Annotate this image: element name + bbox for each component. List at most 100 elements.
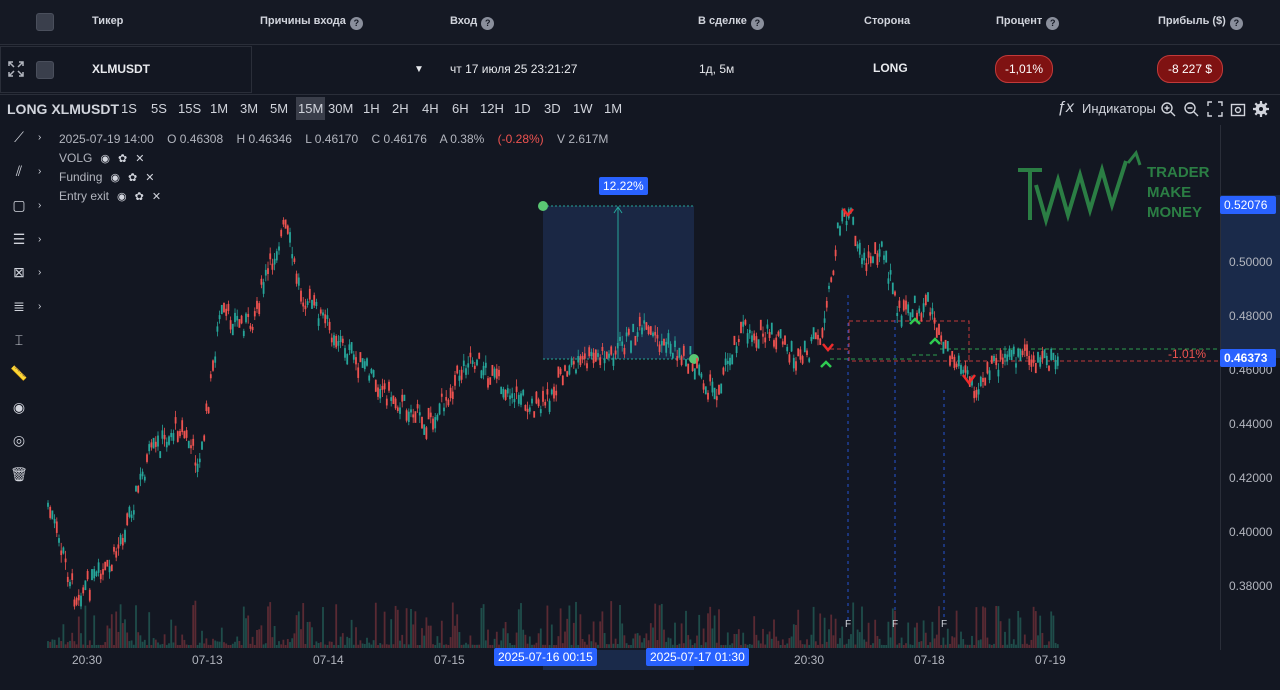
candle-body — [740, 321, 742, 334]
candle-body — [878, 249, 881, 257]
candle-body — [711, 381, 714, 393]
volume-bar — [293, 633, 296, 648]
candle-body — [790, 341, 793, 352]
volume-bar — [605, 644, 608, 648]
candle-body — [973, 391, 976, 399]
volume-bar — [559, 608, 562, 648]
volume-bar — [275, 644, 278, 648]
volume-bar — [735, 634, 738, 648]
volume-bar — [141, 641, 144, 648]
timeframe-1m-button[interactable]: 1M — [604, 101, 622, 116]
volume-bar — [902, 644, 905, 648]
zoom-in-icon[interactable] — [1160, 101, 1176, 117]
volume-bar — [786, 643, 789, 648]
volume-bar — [669, 638, 672, 648]
timeframe-15s-button[interactable]: 15S — [178, 101, 201, 116]
candle-body — [363, 361, 366, 370]
timeframe-5m-button[interactable]: 5M — [270, 101, 288, 116]
measure-start-handle — [538, 201, 548, 211]
candle-body — [231, 323, 234, 336]
volume-bar — [790, 636, 793, 648]
indicators-button[interactable]: Индикаторы — [1082, 101, 1156, 116]
candle-body — [1012, 346, 1015, 355]
fullscreen-icon[interactable] — [1207, 101, 1223, 117]
volume-bar — [995, 605, 998, 648]
candle-body — [788, 354, 791, 363]
candle-body — [605, 351, 608, 359]
time-axis[interactable]: 20:30 07-13 07-14 07-15 20:30 07-18 07-1… — [0, 650, 1220, 690]
trade-row[interactable]: XLMUSDT ▼ чт 17 июля 25 23:21:27 1д, 5м … — [0, 46, 1280, 95]
candle-body — [979, 376, 982, 387]
candle-body — [922, 303, 925, 313]
timeframe-3d-button[interactable]: 3D — [544, 101, 561, 116]
timeframe-5s-button[interactable]: 5S — [151, 101, 167, 116]
candle-body — [942, 341, 945, 354]
volume-bar — [737, 629, 740, 648]
settings-gear-icon[interactable] — [1253, 101, 1269, 117]
volume-bar — [702, 628, 705, 648]
volume-bar — [491, 644, 494, 648]
volume-bar — [304, 644, 307, 648]
row-checkbox[interactable] — [36, 61, 54, 79]
zoom-out-icon[interactable] — [1183, 101, 1199, 117]
candle-body — [91, 569, 93, 581]
price-chart[interactable]: F F F TRADER MAKE MONEY — [0, 125, 1220, 650]
timeframe-15m-button[interactable]: 15M — [296, 97, 326, 120]
timeframe-6h-button[interactable]: 6H — [452, 101, 469, 116]
timeframe-30m-button[interactable]: 30M — [328, 101, 353, 116]
volume-bar — [1008, 618, 1011, 648]
candle-body — [839, 226, 841, 236]
candle-body — [627, 328, 630, 335]
timeframe-2h-button[interactable]: 2H — [392, 101, 409, 116]
timeframe-1h-button[interactable]: 1H — [363, 101, 380, 116]
volume-bar — [500, 640, 503, 648]
candle-body — [423, 424, 426, 435]
volume-bar — [258, 629, 261, 648]
candle-body — [988, 370, 991, 380]
candle-body — [315, 301, 318, 307]
volume-bar — [889, 637, 892, 648]
volume-bar — [953, 637, 956, 648]
select-all-checkbox[interactable] — [36, 13, 54, 31]
candle-body — [379, 388, 382, 399]
candle-body — [95, 571, 98, 577]
candle-body — [500, 386, 503, 395]
volume-bar — [236, 636, 239, 648]
volume-bar — [612, 643, 615, 648]
candle-body — [88, 589, 91, 601]
volume-bar — [968, 644, 971, 648]
volume-bar — [878, 638, 881, 648]
timeframe-1m-button[interactable]: 1M — [210, 101, 228, 116]
candle-body — [190, 445, 192, 449]
volume-bar — [346, 636, 349, 648]
candle-body — [198, 458, 201, 463]
timeframe-1d-button[interactable]: 1D — [514, 101, 531, 116]
timeframe-1w-button[interactable]: 1W — [573, 101, 593, 116]
volume-bar — [201, 630, 203, 648]
timeframe-4h-button[interactable]: 4H — [422, 101, 439, 116]
timeframe-12h-button[interactable]: 12H — [480, 101, 504, 116]
candle-body — [612, 357, 615, 366]
timeframe-1s-button[interactable]: 1S — [121, 101, 137, 116]
volume-bar — [821, 644, 824, 648]
expand-icon[interactable] — [8, 61, 24, 77]
volume-bar — [434, 644, 437, 648]
fx-icon[interactable]: ƒx — [1057, 99, 1074, 117]
candle-body — [438, 403, 441, 415]
candle-body — [953, 356, 956, 368]
candle-body — [462, 360, 465, 367]
volume-bar — [858, 632, 861, 648]
volume-bar — [656, 640, 659, 648]
reasons-dropdown[interactable]: ▼ — [414, 64, 424, 75]
candle-body — [143, 476, 146, 481]
candle-body — [889, 270, 892, 275]
candle-body — [586, 363, 588, 369]
candle-body — [1004, 353, 1006, 358]
volume-bar — [689, 639, 692, 648]
timeframe-3m-button[interactable]: 3M — [240, 101, 258, 116]
candle-body — [291, 254, 294, 259]
volume-bar — [47, 641, 49, 648]
candle-body — [907, 304, 910, 314]
screenshot-icon[interactable] — [1230, 101, 1246, 117]
candle-body — [337, 341, 340, 346]
